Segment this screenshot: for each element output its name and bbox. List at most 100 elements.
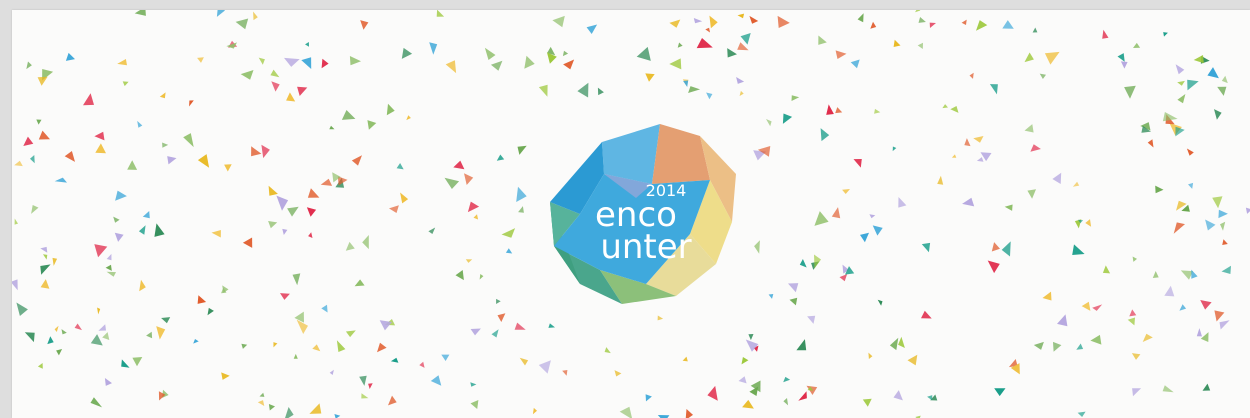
confetti-piece (90, 397, 103, 408)
confetti-piece (455, 270, 464, 281)
confetti-piece (257, 400, 265, 406)
confetti-piece (115, 190, 127, 201)
confetti-piece (484, 47, 496, 60)
confetti-piece (826, 104, 834, 115)
confetti-piece (31, 205, 39, 214)
confetti-piece (400, 192, 409, 204)
confetti-piece (950, 106, 959, 113)
confetti-piece (1218, 209, 1228, 219)
confetti-piece (868, 352, 873, 359)
confetti-piece (94, 244, 108, 258)
confetti-piece (898, 336, 905, 348)
confetti-piece (516, 186, 527, 202)
confetti-piece (253, 11, 258, 21)
confetti-piece (1057, 314, 1068, 327)
confetti-piece (154, 223, 165, 237)
confetti-piece (518, 206, 524, 213)
confetti-piece (696, 38, 713, 49)
confetti-piece (1217, 86, 1227, 96)
confetti-piece (305, 42, 309, 47)
confetti-piece (138, 225, 146, 235)
confetti-piece (937, 175, 944, 185)
confetti-piece (915, 10, 921, 13)
confetti-piece (766, 119, 772, 127)
confetti-piece (619, 406, 633, 418)
confetti-piece (309, 403, 322, 414)
confetti-piece (874, 108, 881, 114)
confetti-piece (301, 57, 312, 69)
confetti-piece (320, 178, 333, 186)
confetti-piece (1090, 334, 1102, 345)
confetti-piece (23, 136, 34, 146)
confetti-piece (976, 157, 984, 162)
confetti-piece (197, 57, 204, 63)
confetti-piece (835, 50, 847, 59)
confetti-piece (294, 311, 304, 323)
confetti-piece (216, 10, 226, 17)
confetti-piece (273, 342, 278, 348)
confetti-piece (538, 360, 551, 374)
encounter-banner: 2014 enco unter (12, 10, 1250, 418)
confetti-piece (406, 115, 411, 121)
confetti-piece (791, 95, 800, 101)
confetti-piece (162, 142, 169, 148)
confetti-piece (562, 370, 568, 376)
confetti-piece (473, 214, 479, 220)
confetti-piece (976, 20, 988, 31)
confetti-piece (258, 57, 265, 65)
confetti-piece (351, 155, 362, 166)
confetti-piece (64, 151, 75, 162)
confetti-piece (242, 237, 253, 248)
confetti-piece (490, 60, 503, 71)
confetti-piece (1053, 341, 1062, 352)
confetti-piece (994, 388, 1006, 397)
confetti-piece (396, 163, 404, 170)
confetti-piece (586, 24, 598, 34)
confetti-piece (1044, 51, 1060, 65)
confetti-piece (379, 320, 392, 331)
confetti-piece (197, 295, 207, 304)
confetti-piece (1202, 383, 1211, 391)
confetti-piece (798, 391, 807, 401)
confetti-piece (1179, 304, 1187, 311)
confetti-piece (127, 160, 138, 170)
confetti-piece (636, 46, 651, 61)
confetti-piece (1177, 80, 1185, 86)
confetti-piece (1102, 29, 1109, 39)
confetti-piece (308, 232, 313, 238)
confetti-piece (814, 211, 829, 226)
confetti-piece (292, 273, 301, 286)
confetti-piece (737, 13, 745, 19)
confetti-piece (918, 17, 926, 23)
confetti-piece (538, 84, 548, 97)
confetti-piece (40, 264, 51, 275)
confetti-piece (97, 307, 101, 315)
confetti-piece (336, 340, 346, 352)
confetti-piece (54, 325, 59, 332)
confetti-piece (842, 189, 850, 194)
confetti-piece (501, 228, 516, 238)
confetti-piece (307, 188, 320, 198)
confetti-piece (235, 18, 249, 30)
confetti-piece (987, 260, 1000, 274)
confetti-piece (90, 334, 103, 346)
confetti-piece (56, 349, 63, 356)
confetti-piece (1052, 172, 1062, 184)
encounter-logo[interactable]: 2014 enco unter (540, 114, 752, 314)
confetti-piece (441, 354, 450, 361)
confetti-piece (962, 197, 975, 207)
confetti-piece (921, 310, 932, 319)
confetti-piece (1102, 265, 1111, 274)
confetti-piece (1081, 301, 1091, 311)
confetti-piece (893, 39, 901, 47)
confetti-piece (898, 197, 907, 208)
confetti-piece (969, 72, 974, 79)
confetti-piece (1039, 73, 1046, 79)
confetti-piece (1131, 353, 1141, 360)
confetti-piece (211, 230, 221, 238)
confetti-piece (286, 92, 296, 102)
confetti-piece (445, 60, 457, 74)
confetti-piece (1212, 196, 1223, 209)
confetti-piece (1072, 181, 1080, 187)
confetti-piece (167, 156, 177, 165)
